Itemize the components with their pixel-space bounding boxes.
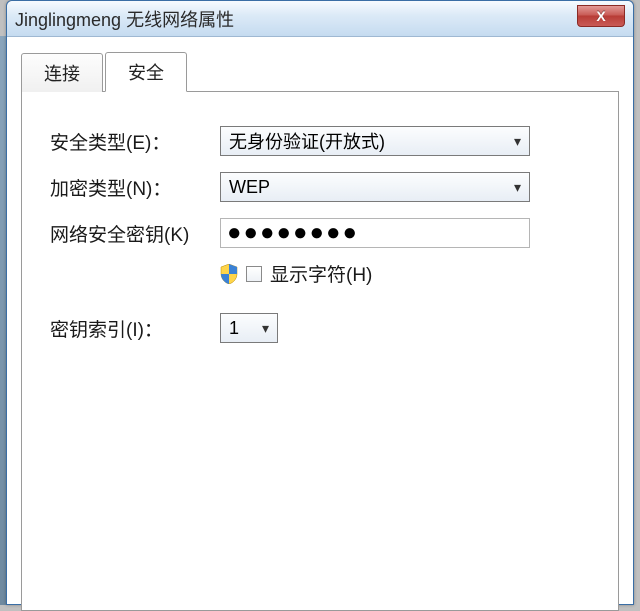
tab-panel-security: 安全类型(E)： 无身份验证(开放式) 加密类型(N)： WEP 网络安全密钥(… <box>21 91 619 611</box>
network-key-label: 网络安全密钥(K) <box>50 220 220 247</box>
security-type-combo[interactable]: 无身份验证(开放式) <box>220 126 530 156</box>
combo-value: WEP <box>229 177 270 198</box>
row-network-key: 网络安全密钥(K) ●●●●●●●● <box>50 218 598 248</box>
key-index-combo[interactable]: 1 <box>220 313 278 343</box>
uac-shield-icon <box>220 264 238 284</box>
close-icon: X <box>596 8 605 24</box>
tab-security[interactable]: 安全 <box>105 52 187 92</box>
tab-label: 安全 <box>128 63 164 83</box>
show-characters-checkbox[interactable] <box>246 266 262 282</box>
tab-connect[interactable]: 连接 <box>21 53 103 92</box>
row-show-characters: 显示字符(H) <box>220 260 598 287</box>
client-area: 连接 安全 安全类型(E)： 无身份验证(开放式) 加密类型(N)： WEP 网… <box>7 37 633 604</box>
key-index-label: 密钥索引(I)： <box>50 315 220 342</box>
close-button[interactable]: X <box>577 5 625 27</box>
row-encryption-type: 加密类型(N)： WEP <box>50 172 598 202</box>
tab-strip: 连接 安全 <box>21 51 619 91</box>
dialog-window: Jinglingmeng 无线网络属性 X 连接 安全 安全类型(E)： 无身份… <box>6 0 634 605</box>
row-key-index: 密钥索引(I)： 1 <box>50 313 598 343</box>
password-mask: ●●●●●●●● <box>227 219 359 246</box>
combo-value: 无身份验证(开放式) <box>229 128 385 154</box>
titlebar[interactable]: Jinglingmeng 无线网络属性 X <box>7 1 633 37</box>
security-type-label: 安全类型(E)： <box>50 128 220 155</box>
show-characters-label: 显示字符(H) <box>270 260 372 287</box>
combo-value: 1 <box>229 318 239 339</box>
window-title: Jinglingmeng 无线网络属性 <box>15 6 234 32</box>
encryption-type-combo[interactable]: WEP <box>220 172 530 202</box>
network-key-input[interactable]: ●●●●●●●● <box>220 218 530 248</box>
encryption-type-label: 加密类型(N)： <box>50 174 220 201</box>
tab-label: 连接 <box>44 64 80 84</box>
row-security-type: 安全类型(E)： 无身份验证(开放式) <box>50 126 598 156</box>
